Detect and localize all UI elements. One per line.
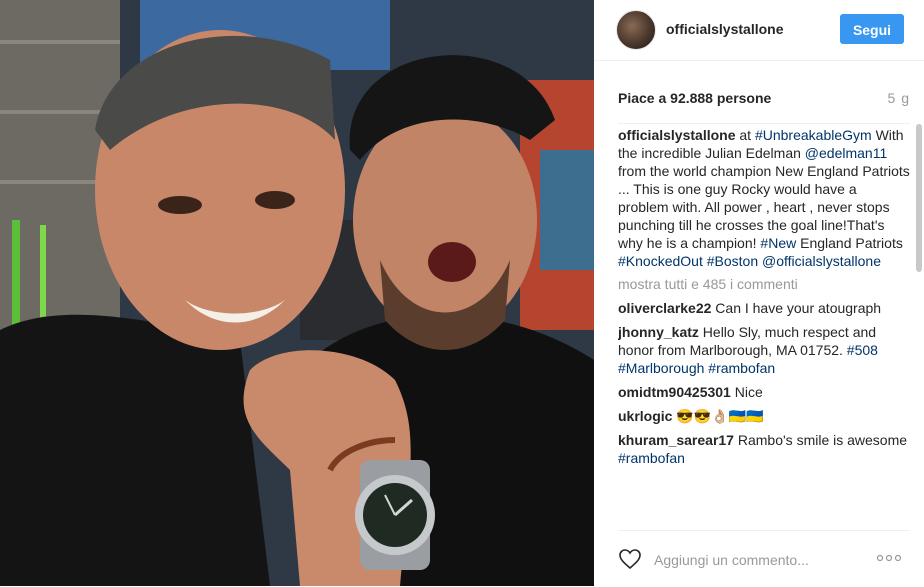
heart-icon[interactable] — [618, 547, 642, 571]
comment-username[interactable]: ukrlogic — [618, 408, 672, 424]
hashtag-boston[interactable]: #Boston — [707, 253, 758, 269]
comment-username[interactable]: khuram_sarear17 — [618, 432, 734, 448]
comment-item: oliverclarke22 Can I have your atougraph — [618, 299, 910, 317]
hashtag-rambofan[interactable]: #rambofan — [708, 360, 775, 376]
comment-input[interactable] — [652, 545, 866, 575]
hashtag-508[interactable]: #508 — [847, 342, 878, 358]
post-details-panel: officialslystallone Segui Piace a 92.888… — [594, 0, 924, 586]
caption-username[interactable]: officialslystallone — [618, 127, 735, 143]
post-header: officialslystallone Segui — [594, 0, 924, 61]
caption-at: at — [739, 127, 752, 143]
hashtag-new[interactable]: #New — [760, 235, 796, 251]
more-options-icon[interactable] — [876, 553, 902, 563]
comment-text: 😎😎👌🏼🇺🇦🇺🇦 — [676, 408, 764, 424]
comment-item: ukrlogic 😎😎👌🏼🇺🇦🇺🇦 — [618, 407, 910, 425]
post-age[interactable]: 5 g — [888, 90, 910, 106]
hashtag-marlborough[interactable]: #Marlborough — [618, 360, 704, 376]
likes-row: Piace a 92.888 persone 5 g — [618, 90, 910, 110]
comment-text: Nice — [734, 384, 763, 400]
comment-composer — [618, 530, 910, 587]
hashtag-rambofan[interactable]: #rambofan — [618, 450, 685, 466]
avatar[interactable] — [616, 10, 656, 50]
comments-scrollbar[interactable] — [916, 124, 922, 272]
comment-text: Rambo's smile is awesome — [737, 432, 908, 448]
photo-illustration — [0, 0, 594, 586]
comment-item: jhonny_katz Hello Sly, much respect and … — [618, 323, 910, 377]
divider — [618, 123, 910, 124]
comment-text: Can I have your atougraph — [715, 300, 882, 316]
comment-username[interactable]: oliverclarke22 — [618, 300, 711, 316]
follow-button[interactable]: Segui — [840, 14, 904, 44]
comment-username[interactable]: jhonny_katz — [618, 324, 699, 340]
comment-username[interactable]: omidtm90425301 — [618, 384, 731, 400]
mention-edelman[interactable]: @edelman11 — [805, 145, 887, 161]
instagram-post-view: officialslystallone Segui Piace a 92.888… — [0, 0, 924, 586]
mention-officialslystallone[interactable]: @officialslystallone — [762, 253, 881, 269]
comments-list[interactable]: officialslystallone at #UnbreakableGym W… — [618, 126, 910, 526]
comment-item: omidtm90425301 Nice — [618, 383, 910, 401]
hashtag-knockedout[interactable]: #KnockedOut — [618, 253, 703, 269]
post-photo[interactable] — [0, 0, 594, 586]
post-author-username[interactable]: officialslystallone — [666, 21, 783, 37]
comment-item: khuram_sarear17 Rambo's smile is awesome… — [618, 431, 910, 467]
likes-count[interactable]: Piace a 92.888 persone — [618, 90, 771, 106]
caption-text-3: England Patriots — [800, 235, 903, 251]
caption: officialslystallone at #UnbreakableGym W… — [618, 126, 910, 270]
load-more-comments[interactable]: mostra tutti e 485 i commenti — [618, 275, 910, 293]
location-tag[interactable]: #UnbreakableGym — [755, 127, 872, 143]
